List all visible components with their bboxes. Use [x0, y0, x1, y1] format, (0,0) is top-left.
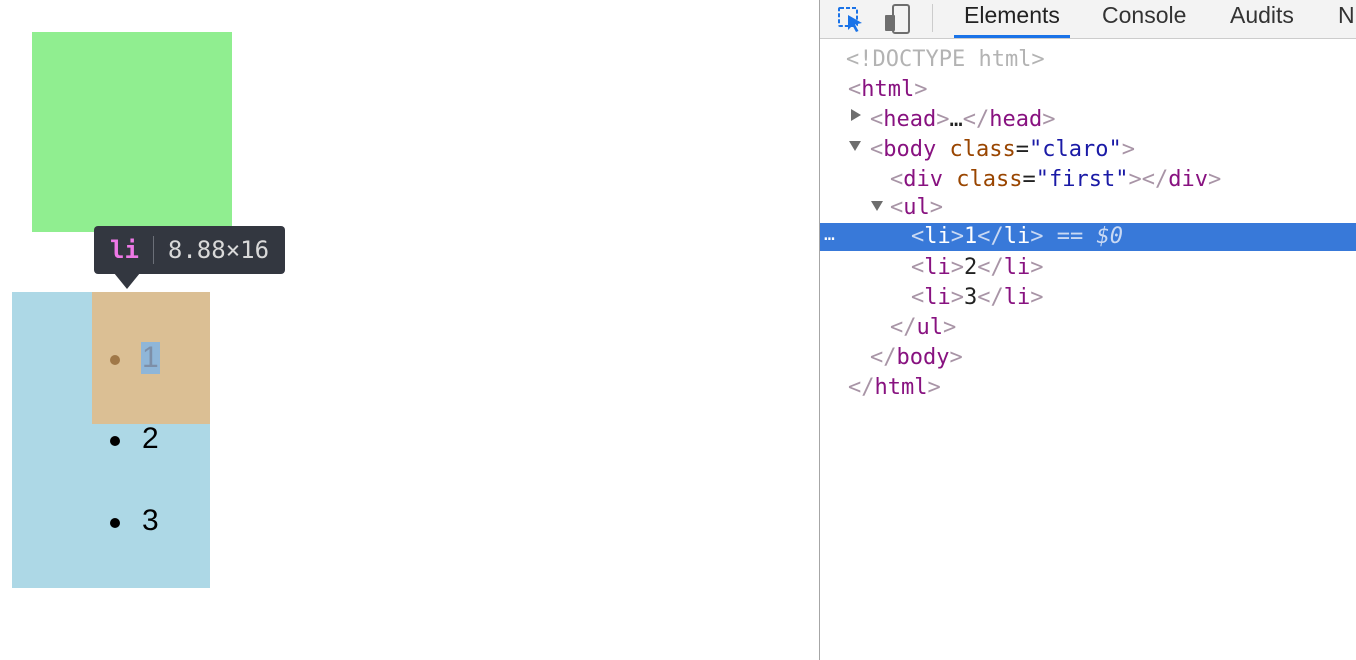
dom-node-body-close[interactable]: </body>: [870, 343, 963, 373]
collapse-triangle-icon[interactable]: [871, 201, 883, 211]
attr-name: class: [956, 167, 1023, 192]
div-tag: div: [903, 167, 943, 192]
tab-audits[interactable]: Audits: [1230, 0, 1294, 38]
dom-node-ul[interactable]: <ul>: [890, 193, 943, 223]
head-tag: head: [883, 107, 937, 132]
device-toolbar-icon[interactable]: [882, 3, 912, 35]
li-tag: li: [924, 255, 951, 280]
selected-node-marker: == $0: [1056, 224, 1123, 249]
dom-node-li[interactable]: <li>2</li>: [911, 253, 1044, 283]
expand-triangle-icon[interactable]: [851, 109, 861, 121]
list-bullet: [110, 436, 120, 446]
attr-value: "claro": [1028, 137, 1122, 162]
page-viewport: 1 2 3 li 8.88×16: [0, 0, 819, 660]
node-actions-ellipsis-icon[interactable]: …: [824, 223, 836, 247]
list-item-2: 2: [142, 422, 159, 455]
attr-name: class: [949, 137, 1016, 162]
head-close-tag: head: [989, 107, 1043, 132]
attr-value: "first": [1035, 167, 1129, 192]
inspect-element-icon[interactable]: [836, 5, 866, 33]
collapse-triangle-icon[interactable]: [849, 141, 861, 151]
tab-elements[interactable]: Elements: [954, 0, 1070, 38]
dom-node-ul-close[interactable]: </ul>: [890, 313, 956, 343]
dom-node-html[interactable]: <html>: [848, 75, 927, 105]
head-collapsed-ellipsis: …: [949, 107, 963, 132]
tooltip-arrow: [114, 273, 140, 289]
devtools-panel: Elements Console Audits N <!DOCTYPE html…: [819, 0, 1356, 660]
doctype-text: <!DOCTYPE html>: [846, 47, 1045, 72]
tooltip-tag-name: li: [110, 236, 139, 264]
li-close-tag: li: [1003, 255, 1031, 280]
list-item-3: 3: [142, 504, 159, 537]
li-close-tag: li: [1003, 285, 1031, 310]
li-tag: li: [924, 285, 951, 310]
tab-network-truncated[interactable]: N: [1338, 0, 1355, 38]
dom-node-div[interactable]: <div class="first"></div>: [890, 165, 1221, 195]
li-text: 2: [964, 255, 978, 280]
html-close-tag: html: [874, 375, 928, 400]
list-bullet: [110, 518, 120, 528]
li-text: 3: [964, 285, 978, 310]
dom-node-body[interactable]: <body class="claro">: [870, 135, 1135, 165]
toolbar-divider: [932, 4, 933, 32]
dom-node-html-close[interactable]: </html>: [848, 373, 941, 403]
tooltip-dimensions: 8.88×16: [167, 236, 270, 264]
tab-console[interactable]: Console: [1102, 0, 1186, 38]
ul-close-tag: ul: [916, 315, 944, 340]
body-tag: body: [883, 137, 937, 162]
li-close-tag: li: [1003, 224, 1031, 249]
div-close-tag: div: [1168, 167, 1208, 192]
dom-node-li-selected[interactable]: … <li>1</li> == $0: [820, 223, 1356, 251]
first-div-box: [32, 32, 232, 232]
element-tooltip: li 8.88×16: [94, 226, 286, 274]
devtools-toolbar: Elements Console Audits N: [820, 0, 1356, 39]
tooltip-separator: [152, 236, 154, 264]
list-bullet: [110, 355, 120, 365]
dom-node-doctype[interactable]: <!DOCTYPE html>: [846, 45, 1045, 75]
li-text: 1: [964, 224, 978, 249]
body-close-tag: body: [896, 345, 950, 370]
ul-tag: ul: [903, 195, 930, 220]
li-tag: li: [924, 224, 951, 249]
dom-node-head[interactable]: <head>…</head>: [870, 105, 1055, 135]
list-item-1: 1: [142, 341, 159, 374]
html-tag: html: [861, 77, 915, 102]
dom-node-li[interactable]: <li>3</li>: [911, 283, 1044, 313]
